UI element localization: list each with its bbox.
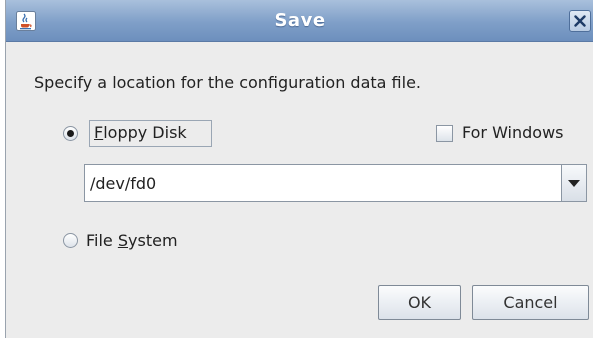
device-value: /dev/fd0 xyxy=(90,174,157,193)
chevron-down-icon xyxy=(568,180,580,187)
save-dialog: Save Specify a location for the configur… xyxy=(5,0,593,338)
prompt-text: Specify a location for the configuration… xyxy=(34,73,421,92)
title-bar[interactable]: Save xyxy=(6,0,593,42)
floppy-disk-radio[interactable] xyxy=(63,126,78,141)
fs-label-before: File xyxy=(86,231,118,250)
device-combo[interactable]: /dev/fd0 xyxy=(84,164,587,202)
floppy-mnemonic: F xyxy=(94,123,104,142)
file-system-label[interactable]: File System xyxy=(86,231,178,250)
file-system-radio[interactable] xyxy=(63,233,78,248)
ok-button[interactable]: OK xyxy=(378,285,461,320)
combo-arrow-button[interactable] xyxy=(561,165,586,201)
close-button[interactable] xyxy=(569,10,591,32)
dialog-title: Save xyxy=(274,10,326,31)
for-windows-checkbox[interactable] xyxy=(436,125,453,142)
fs-label-after: ystem xyxy=(128,231,178,250)
close-icon xyxy=(574,15,586,27)
radio-selected-dot xyxy=(67,130,74,137)
fs-mnemonic: S xyxy=(117,231,129,250)
for-windows-label[interactable]: For Windows xyxy=(462,123,564,142)
cancel-button[interactable]: Cancel xyxy=(472,285,589,320)
floppy-disk-label[interactable]: Floppy Disk xyxy=(94,123,187,142)
floppy-label-rest: loppy Disk xyxy=(103,123,187,142)
